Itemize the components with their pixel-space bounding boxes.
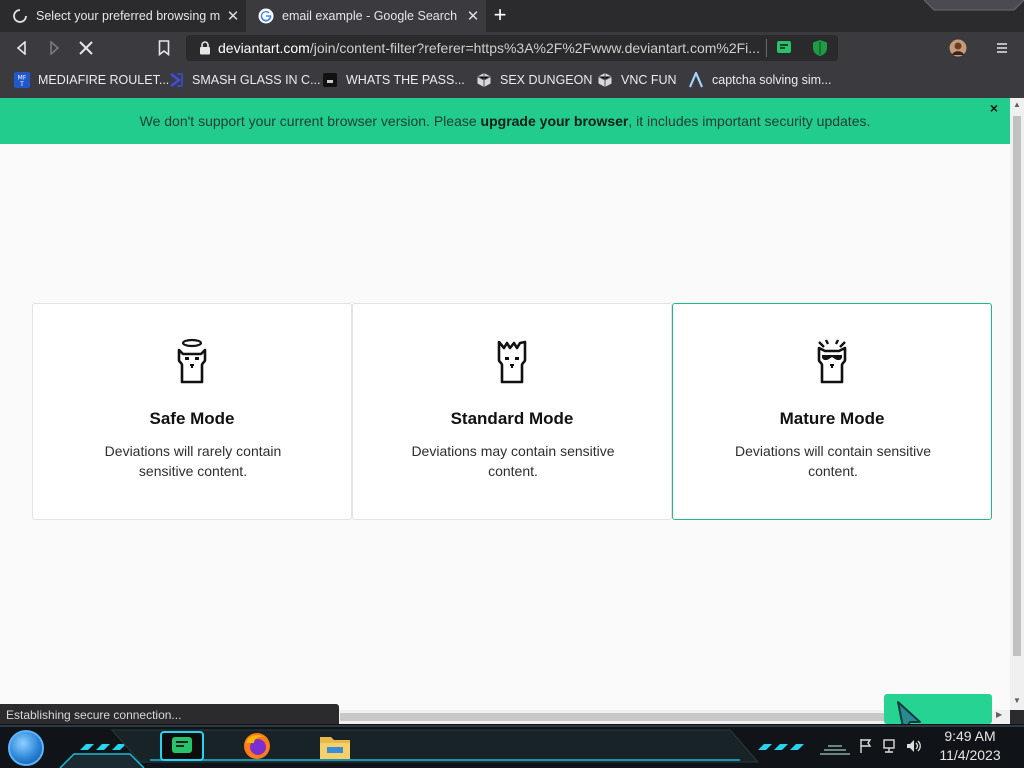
bookmark-label: SEX DUNGEON (500, 73, 593, 87)
standard-mode-card[interactable]: Standard Mode Deviations may contain sen… (352, 303, 672, 520)
scroll-right-arrow-icon[interactable]: ▶ (996, 710, 1002, 719)
tab-title: email example - Google Search (282, 9, 458, 23)
terminal-icon (323, 73, 337, 87)
lock-icon (200, 41, 210, 55)
bookmark-whats-the-pass[interactable]: WHATS THE PASS... (322, 71, 465, 89)
bookmark-vnc-fun[interactable]: VNC FUN (597, 71, 677, 89)
avatar-icon (949, 39, 967, 57)
url-path: /join/content-filter?referer=https%3A%2F… (309, 40, 760, 56)
unsupported-browser-banner: We don't support your current browser ve… (0, 98, 1010, 144)
bookmark-sex-dungeon[interactable]: SEX DUNGEON (476, 71, 592, 89)
card-description: Deviations will rarely contain sensitive… (104, 443, 282, 479)
upgrade-browser-link[interactable]: upgrade your browser (481, 113, 629, 129)
scroll-down-arrow-icon[interactable]: ▼ (1013, 696, 1021, 705)
taskbar: 9:49 AM 11/4/2023 (0, 724, 1024, 768)
back-button[interactable] (12, 38, 32, 58)
tab-content-filter[interactable]: Select your preferred browsing mo ✕ (0, 0, 246, 32)
close-tab-icon[interactable]: ✕ (460, 7, 486, 25)
bookmark-label: captcha solving sim... (712, 73, 832, 87)
mediafire-icon: MFT (14, 72, 30, 88)
profile-avatar[interactable] (948, 38, 968, 58)
bookmark-label: MEDIAFIRE ROULET... (38, 73, 170, 87)
start-button[interactable] (8, 730, 44, 766)
forward-button[interactable] (44, 38, 64, 58)
shield-extension-icon[interactable] (812, 39, 828, 57)
url-host: deviantart.com (218, 40, 310, 56)
bookmark-captcha-solving[interactable]: captcha solving sim... (688, 71, 832, 89)
mature-mascot-icon (817, 339, 847, 384)
close-tab-icon[interactable]: ✕ (220, 7, 246, 25)
url-text: deviantart.com/join/content-filter?refer… (218, 40, 778, 56)
card-description: Deviations may contain sensitive content… (411, 443, 615, 479)
taskbar-app-chat[interactable] (160, 731, 204, 761)
loading-spinner-icon (13, 9, 27, 23)
window-frame-decoration (924, 0, 1024, 11)
svg-text:T: T (19, 81, 24, 88)
folder-icon (320, 737, 350, 759)
scroll-up-arrow-icon[interactable]: ▲ (1013, 100, 1021, 109)
standard-mascot-icon (497, 340, 527, 384)
firefox-icon (244, 733, 270, 759)
card-description: Deviations will contain sensitive conten… (734, 443, 932, 479)
taskbar-app-firefox[interactable] (240, 731, 274, 761)
bookmark-smash-glass[interactable]: SMASH GLASS IN C... (168, 71, 321, 89)
card-title: Mature Mode (779, 409, 885, 428)
browser-menu-button[interactable] (992, 38, 1012, 58)
clock-time: 9:49 AM (944, 728, 996, 744)
card-title: Standard Mode (450, 409, 574, 428)
cube-icon (477, 73, 491, 87)
back-icon (16, 41, 26, 55)
banner-close-icon[interactable]: × (990, 100, 998, 116)
card-title: Safe Mode (149, 409, 235, 428)
clock-date: 11/4/2023 (939, 747, 1001, 763)
network-icon[interactable] (882, 738, 898, 754)
bookmark-icon (158, 40, 170, 56)
tab-strip: Select your preferred browsing mo ✕ emai… (0, 0, 1024, 32)
status-bubble: Establishing secure connection... (0, 704, 339, 726)
stop-icon (79, 41, 93, 55)
forward-icon (50, 41, 60, 55)
cube-icon (598, 73, 612, 87)
browser-toolbar: deviantart.com/join/content-filter?refer… (0, 32, 1024, 64)
bookmark-mediafire[interactable]: MF T MEDIAFIRE ROULET... (14, 71, 169, 89)
safe-mode-card[interactable]: Safe Mode Deviations will rarely contain… (32, 303, 352, 520)
bookmark-label: SMASH GLASS IN C... (192, 73, 321, 87)
bracket-icon (170, 73, 183, 87)
scrollbar-thumb[interactable] (1013, 116, 1021, 656)
vertical-scrollbar[interactable]: ▲ ▼ (1010, 98, 1024, 710)
action-center-flag-icon[interactable] (858, 738, 874, 754)
new-tab-button[interactable]: + (488, 4, 512, 26)
bookmark-button[interactable] (154, 38, 174, 58)
bookmark-label: VNC FUN (621, 73, 677, 87)
system-clock[interactable]: 9:49 AM 11/4/2023 (920, 727, 1020, 765)
address-bar-divider (766, 39, 767, 57)
chat-app-icon (172, 737, 192, 753)
safe-mascot-icon (177, 338, 207, 384)
tab-title: Select your preferred browsing mo (36, 9, 220, 23)
google-icon (258, 8, 274, 24)
banner-text: We don't support your current browser ve… (139, 113, 871, 129)
chat-extension-icon[interactable] (776, 40, 792, 56)
web-page: We don't support your current browser ve… (0, 98, 1010, 710)
taskbar-app-file-explorer[interactable] (318, 731, 352, 761)
bookmark-label: WHATS THE PASS... (346, 73, 465, 87)
address-bar[interactable]: deviantart.com/join/content-filter?refer… (186, 35, 838, 61)
mature-mode-card[interactable]: Mature Mode Deviations will contain sens… (672, 303, 992, 520)
tab-google-search[interactable]: email example - Google Search ✕ (246, 0, 486, 32)
stop-loading-button[interactable] (76, 38, 96, 58)
triangle-a-icon (688, 72, 704, 88)
bookmarks-bar: MF T MEDIAFIRE ROULET... SMASH GLASS IN C… (0, 64, 1024, 98)
hamburger-menu-icon (997, 43, 1007, 53)
